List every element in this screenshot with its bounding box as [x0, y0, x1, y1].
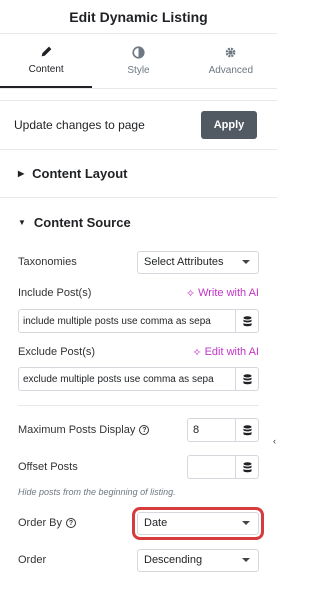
max-posts-row: Maximum Posts Display ? 8	[0, 418, 277, 442]
dynamic-tags-button[interactable]	[235, 367, 259, 391]
exclude-row: Exclude Post(s) ✧ Edit with AI	[0, 345, 277, 359]
dynamic-tags-button[interactable]	[235, 455, 259, 479]
order-by-label: Order By ?	[18, 517, 77, 529]
order-by-value: Date	[144, 517, 168, 529]
edit-with-ai-link[interactable]: ✧ Edit with AI	[192, 346, 259, 359]
taxonomies-label: Taxonomies	[18, 256, 77, 268]
tab-style[interactable]: Style	[92, 34, 184, 88]
tab-style-label: Style	[127, 65, 150, 76]
section-content-layout-title: Content Layout	[32, 166, 128, 181]
taxonomies-value: Select Attributes	[144, 256, 224, 268]
apply-label: Update changes to page	[14, 118, 145, 132]
gear-icon	[225, 47, 236, 58]
chevron-down-icon	[242, 260, 250, 264]
help-icon[interactable]: ?	[139, 425, 150, 435]
order-select[interactable]: Descending	[137, 548, 259, 572]
database-icon	[242, 461, 252, 472]
order-by-select[interactable]: Date	[132, 506, 264, 540]
offset-hint: Hide posts from the beginning of listing…	[18, 487, 176, 497]
offset-input[interactable]	[187, 455, 235, 479]
tab-content-label: Content	[28, 64, 64, 75]
sparkle-icon: ✧	[185, 287, 196, 300]
panel-tabs: Content Style Advanced	[0, 34, 277, 89]
offset-label: Offset Posts	[18, 461, 78, 473]
divider	[18, 405, 259, 406]
panel-title: Edit Dynamic Listing	[0, 0, 277, 34]
section-content-source-title: Content Source	[33, 214, 131, 230]
order-value: Descending	[144, 554, 203, 566]
database-icon	[242, 373, 252, 384]
taxonomies-select[interactable]: Select Attributes	[137, 250, 259, 274]
dynamic-tags-button[interactable]	[235, 418, 259, 442]
max-posts-input[interactable]: 8	[187, 418, 235, 442]
contrast-icon	[132, 46, 145, 59]
order-by-row: Order By ? Date	[0, 506, 277, 540]
write-with-ai-link[interactable]: ✧ Write with AI	[186, 287, 259, 300]
max-posts-group: 8	[187, 418, 259, 442]
section-content-source[interactable]: ▼ Content Source	[0, 198, 277, 246]
chevron-down-icon	[242, 558, 250, 562]
caret-down-icon: ▼	[18, 217, 26, 227]
include-label: Include Post(s)	[18, 287, 92, 299]
order-label: Order	[18, 554, 47, 566]
exclude-posts-input[interactable]: exclude multiple posts use comma as sepa	[18, 367, 235, 391]
apply-row: Update changes to page Apply	[0, 100, 277, 150]
offset-group	[187, 455, 259, 479]
max-posts-label: Maximum Posts Display ?	[18, 424, 150, 436]
dynamic-tags-button[interactable]	[235, 309, 259, 333]
taxonomies-row: Taxonomies Select Attributes	[0, 250, 277, 274]
database-icon	[242, 424, 252, 435]
chevron-down-icon	[242, 521, 250, 525]
include-posts-input[interactable]: include multiple posts use comma as sepa	[18, 309, 235, 333]
pencil-icon	[41, 46, 52, 57]
help-icon[interactable]: ?	[66, 518, 77, 528]
exclude-input-group: exclude multiple posts use comma as sepa	[18, 367, 259, 391]
offset-row: Offset Posts	[0, 455, 277, 479]
include-input-group: include multiple posts use comma as sepa	[18, 309, 259, 333]
caret-right-icon: ▶	[18, 169, 25, 178]
tab-advanced[interactable]: Advanced	[185, 34, 277, 88]
include-row: Include Post(s) ✧ Write with AI	[0, 286, 277, 300]
panel-collapse-handle[interactable]: ‹	[273, 436, 277, 446]
order-row: Order Descending	[0, 548, 277, 572]
section-content-layout[interactable]: ▶ Content Layout	[0, 150, 277, 198]
tab-content[interactable]: Content	[0, 34, 93, 88]
apply-button[interactable]: Apply	[201, 111, 257, 139]
database-icon	[242, 315, 252, 326]
tab-advanced-label: Advanced	[208, 65, 254, 76]
sparkle-icon: ✧	[192, 346, 202, 359]
exclude-label: Exclude Post(s)	[18, 346, 96, 358]
